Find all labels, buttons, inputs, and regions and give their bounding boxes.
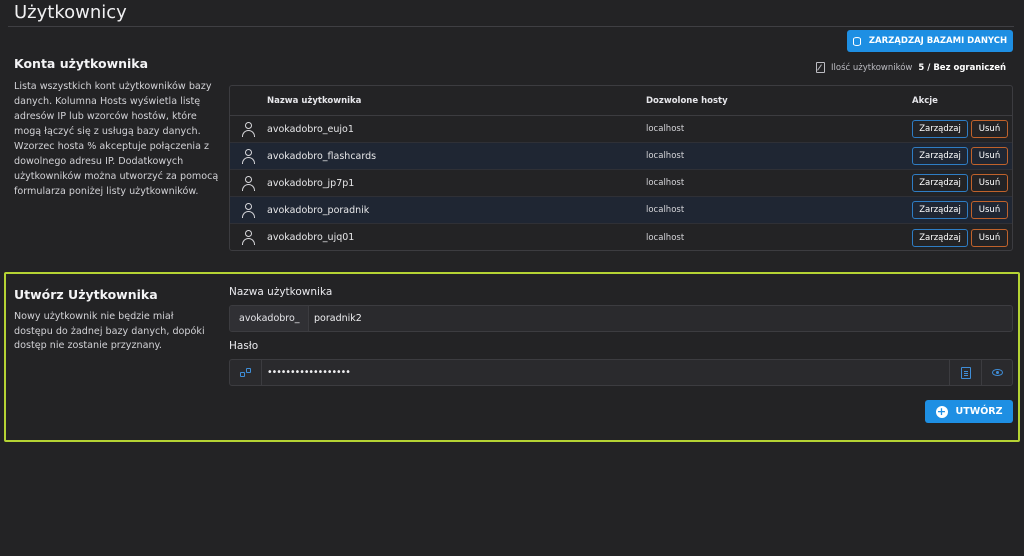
table-row: avokadobro_poradnik localhost Zarządzaj … bbox=[230, 197, 1012, 224]
user-icon bbox=[242, 202, 256, 218]
manage-user-button[interactable]: Zarządzaj bbox=[912, 201, 968, 219]
eye-icon bbox=[991, 369, 1003, 376]
username-cell: avokadobro_jp7p1 bbox=[267, 177, 355, 189]
host-cell: localhost bbox=[646, 232, 685, 243]
host-cell: localhost bbox=[646, 151, 685, 161]
database-icon bbox=[852, 36, 861, 46]
create-user-label: UTWÓRZ bbox=[955, 406, 1003, 417]
manage-user-button[interactable]: Zarządzaj bbox=[912, 174, 968, 192]
username-input[interactable] bbox=[309, 306, 1012, 331]
user-icon bbox=[242, 148, 256, 164]
host-cell: localhost bbox=[646, 178, 685, 188]
accounts-description: Lista wszystkich kont użytkowników bazy … bbox=[14, 81, 219, 197]
password-label: Hasło bbox=[229, 340, 259, 352]
manage-databases-button[interactable]: ZARZĄDZAJ BAZAMI DANYCH bbox=[847, 30, 1013, 52]
manage-user-button[interactable]: Zarządzaj bbox=[912, 228, 968, 247]
user-icon bbox=[242, 121, 256, 137]
create-user-title: Utwórz Użytkownika bbox=[14, 287, 158, 302]
table-header: Nazwa użytkownika Dozwolone hosty Akcje bbox=[230, 86, 1012, 116]
count-icon bbox=[816, 62, 825, 73]
title-divider bbox=[8, 26, 1014, 27]
column-header-hosts: Dozwolone hosty bbox=[646, 95, 728, 106]
password-field bbox=[229, 359, 1013, 386]
create-user-button[interactable]: + UTWÓRZ bbox=[925, 400, 1013, 423]
username-cell: avokadobro_eujo1 bbox=[267, 123, 354, 135]
user-icon bbox=[242, 230, 256, 245]
generate-password-button[interactable] bbox=[230, 360, 262, 385]
manage-user-button[interactable]: Zarządzaj bbox=[912, 120, 968, 138]
page-title: Użytkownicy bbox=[14, 2, 127, 23]
manage-databases-label: ZARZĄDZAJ BAZAMI DANYCH bbox=[868, 36, 1008, 46]
table-row: avokadobro_ujq01 localhost Zarządzaj Usu… bbox=[230, 224, 1012, 250]
username-field: avokadobro_ bbox=[229, 305, 1013, 332]
delete-user-button[interactable]: Usuń bbox=[971, 147, 1008, 165]
create-user-description: Nowy użytkownik nie będzie miał dostępu … bbox=[14, 311, 205, 351]
user-count-value: 5 / Bez ograniczeń bbox=[918, 62, 1007, 73]
plus-circle-icon: + bbox=[935, 404, 948, 418]
username-cell: avokadobro_poradnik bbox=[267, 204, 370, 216]
delete-user-button[interactable]: Usuń bbox=[971, 228, 1008, 247]
column-header-actions: Akcje bbox=[912, 95, 938, 106]
password-input[interactable] bbox=[262, 360, 949, 385]
username-cell: avokadobro_ujq01 bbox=[267, 232, 355, 243]
username-prefix: avokadobro_ bbox=[230, 306, 309, 331]
user-count-label: Ilość użytkowników bbox=[831, 62, 913, 73]
table-row: avokadobro_eujo1 localhost Zarządzaj Usu… bbox=[230, 116, 1012, 143]
show-password-button[interactable] bbox=[981, 360, 1012, 385]
manage-user-button[interactable]: Zarządzaj bbox=[912, 147, 968, 165]
delete-user-button[interactable]: Usuń bbox=[971, 174, 1008, 192]
user-icon bbox=[242, 175, 256, 191]
host-cell: localhost bbox=[646, 124, 685, 134]
accounts-section-title: Konta użytkownika bbox=[14, 56, 149, 71]
table-row: avokadobro_flashcards localhost Zarządza… bbox=[230, 143, 1012, 170]
table-row: avokadobro_jp7p1 localhost Zarządzaj Usu… bbox=[230, 170, 1012, 197]
delete-user-button[interactable]: Usuń bbox=[971, 201, 1008, 219]
users-table: Nazwa użytkownika Dozwolone hosty Akcje … bbox=[229, 85, 1013, 251]
host-cell: localhost bbox=[646, 205, 685, 215]
username-label: Nazwa użytkownika bbox=[229, 286, 333, 298]
copy-icon bbox=[960, 366, 971, 379]
username-cell: avokadobro_flashcards bbox=[267, 150, 377, 162]
generate-icon bbox=[239, 367, 252, 378]
user-count: Ilość użytkowników 5 / Bez ograniczeń bbox=[816, 62, 1006, 73]
copy-password-button[interactable] bbox=[949, 360, 981, 385]
delete-user-button[interactable]: Usuń bbox=[971, 120, 1008, 138]
column-header-username: Nazwa użytkownika bbox=[267, 95, 362, 106]
